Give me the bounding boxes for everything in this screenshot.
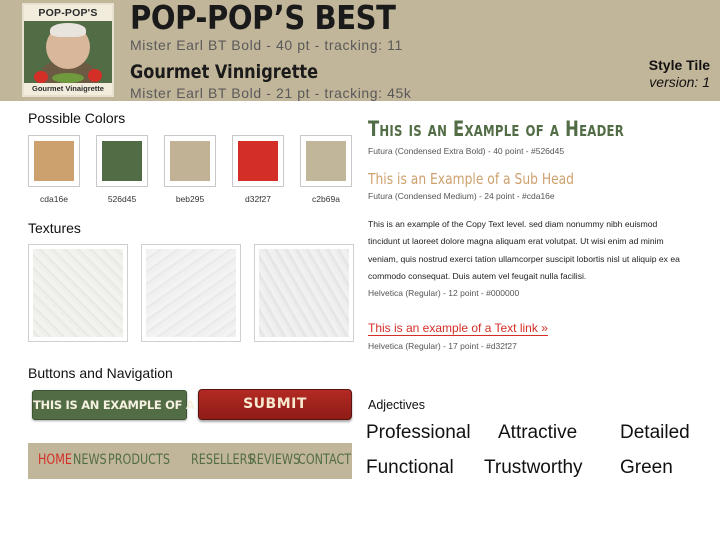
texture-sample — [28, 244, 128, 342]
adjective: Detailed — [620, 422, 690, 443]
nav-item-home[interactable]: HOME — [38, 452, 72, 468]
swatch-label: c2b69a — [312, 194, 340, 204]
nav-item-resellers[interactable]: RESELLERS — [191, 452, 255, 468]
colors-heading: Possible Colors — [28, 110, 126, 126]
example-header: This is an Example of a Header — [368, 117, 625, 141]
style-tile-label: Style Tile — [648, 57, 710, 73]
example-subhead: This is an Example of a Sub Head — [368, 170, 574, 188]
copy-spec: Helvetica (Regular) - 12 point - #000000 — [368, 288, 520, 298]
adjective: Green — [620, 457, 673, 478]
swatch-fill — [102, 141, 142, 181]
subhead-spec: Futura (Condensed Medium) - 24 point - #… — [368, 191, 555, 201]
nav-item-reviews[interactable]: REVIEWS — [249, 452, 300, 468]
swatch-fill — [306, 141, 346, 181]
adjective: Attractive — [498, 422, 578, 443]
brand-title: POP-POP’S BEST — [130, 0, 396, 37]
swatch-label: d32f27 — [245, 194, 271, 204]
example-copy: This is an example of the Copy Text leve… — [368, 219, 680, 282]
texture-sample — [254, 244, 354, 342]
swatch-label: 526d45 — [107, 194, 137, 204]
adjective: Functional — [366, 457, 454, 478]
submit-button[interactable]: SUBMIT — [198, 389, 352, 420]
color-swatch — [164, 135, 216, 187]
buttons-heading: Buttons and Navigation — [28, 365, 173, 381]
brand-title-spec: Mister Earl BT Bold - 40 pt - tracking: … — [130, 37, 403, 53]
example-text-link[interactable]: This is an example of a Text link » — [368, 321, 548, 336]
nav-bar: HOME NEWS PRODUCTS RESELLERS REVIEWS CON… — [28, 443, 352, 479]
brand-logo: POP-POP'S BEST Gourmet Vinaigrette — [22, 3, 114, 97]
swatch-fill — [238, 141, 278, 181]
swatch-label: cda16e — [40, 194, 68, 204]
header-spec: Futura (Condensed Extra Bold) - 40 point… — [368, 146, 565, 156]
swatch-fill — [170, 141, 210, 181]
logo-top-text: POP-POP'S BEST — [24, 5, 112, 35]
texture-sample — [141, 244, 241, 342]
nav-item-news[interactable]: NEWS — [73, 452, 107, 468]
nav-item-products[interactable]: PRODUCTS — [108, 452, 170, 468]
swatch-label: beb295 — [175, 194, 205, 204]
color-swatch — [300, 135, 352, 187]
brand-subtitle-spec: Mister Earl BT Bold - 21 pt - tracking: … — [130, 85, 412, 101]
logo-bottom-text: Gourmet Vinaigrette — [24, 83, 112, 95]
adjective: Professional — [366, 422, 471, 443]
adjective: Trustworthy — [484, 457, 583, 478]
color-swatch — [232, 135, 284, 187]
swatch-fill — [34, 141, 74, 181]
style-tile-version: version: 1 — [649, 74, 710, 90]
color-swatch — [28, 135, 80, 187]
adjectives-heading: Adjectives — [368, 398, 425, 412]
example-button[interactable]: THIS IS AN EXAMPLE OF A BUTTON — [32, 390, 250, 420]
nav-item-contact[interactable]: CONTACT — [298, 452, 351, 468]
brand-subtitle: Gourmet Vinnigrette — [130, 61, 319, 83]
textures-heading: Textures — [28, 220, 81, 236]
header-band: POP-POP'S BEST Gourmet Vinaigrette POP-P… — [0, 0, 720, 101]
link-spec: Helvetica (Regular) - 17 point - #d32f27 — [368, 341, 517, 351]
color-swatch — [96, 135, 148, 187]
